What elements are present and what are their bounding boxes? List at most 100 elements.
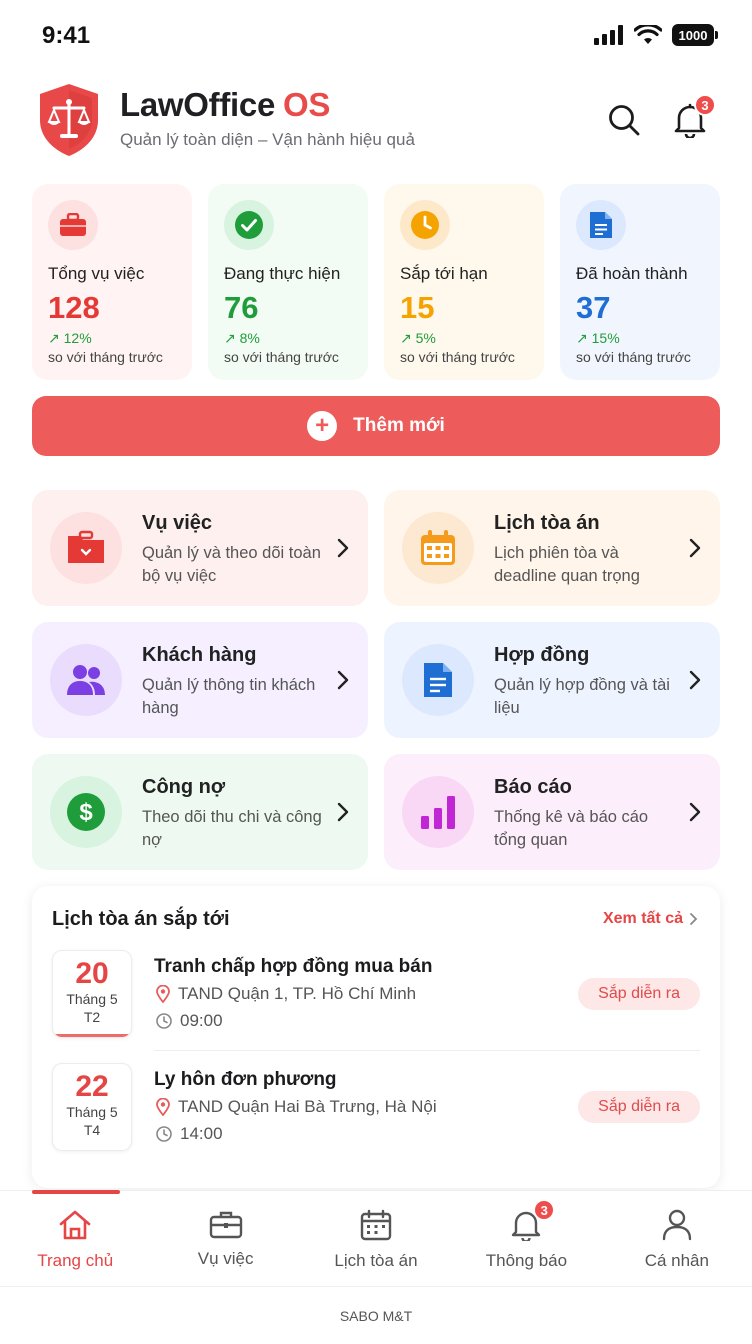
tab-court-calendar[interactable]: Lịch tòa án xyxy=(301,1191,451,1286)
active-tab-indicator xyxy=(32,1190,120,1194)
stat-card-completed[interactable]: Đã hoàn thành 37 ↗ 15% so với tháng trướ… xyxy=(560,184,720,380)
event-title: Tranh chấp hợp đồng mua bán xyxy=(154,956,433,977)
event-time: 09:00 xyxy=(180,1011,223,1030)
stat-subtext: so với tháng trước xyxy=(576,349,691,365)
status-bar: 9:41 1000 xyxy=(0,0,752,72)
module-debts[interactable]: $ Công nợ Theo dõi thu chi và công nợ xyxy=(32,754,368,870)
chevron-right-icon xyxy=(337,538,349,558)
upcoming-court-card: Lịch tòa án sắp tới Xem tất cả 20 Tháng … xyxy=(32,886,720,1188)
module-contracts[interactable]: Hợp đồng Quản lý hợp đồng và tài liệu xyxy=(384,622,720,738)
event-status-badge: Sắp diễn ra xyxy=(578,978,700,1010)
module-title: Báo cáo xyxy=(494,776,572,798)
module-description: Quản lý thông tin khách hàng xyxy=(142,676,316,717)
calendar-icon xyxy=(360,1209,392,1241)
home-icon xyxy=(59,1210,91,1240)
tab-notifications[interactable]: 3 Thông báo xyxy=(451,1191,601,1286)
event-location: TAND Quận Hai Bà Trưng, Hà Nội xyxy=(178,1097,437,1116)
court-event-item[interactable]: 20 Tháng 5 T2 Tranh chấp hợp đồng mua bá… xyxy=(52,950,700,1042)
tab-label: Lịch tòa án xyxy=(334,1251,418,1270)
notification-badge: 3 xyxy=(694,94,716,116)
stat-value: 76 xyxy=(224,290,259,325)
module-title: Hợp đồng xyxy=(494,644,590,666)
stat-card-in-progress[interactable]: Đang thực hiện 76 ↗ 8% so với tháng trướ… xyxy=(208,184,368,380)
scales-shield-logo-icon xyxy=(40,84,98,156)
status-time: 9:41 xyxy=(42,22,91,49)
event-day: 22 xyxy=(75,1070,109,1103)
chevron-right-icon xyxy=(337,670,349,690)
tab-cases[interactable]: Vụ việc xyxy=(150,1191,300,1286)
court-event-item[interactable]: 22 Tháng 5 T4 Ly hôn đơn phương TAND Quậ… xyxy=(52,1063,700,1155)
folder-icon xyxy=(50,512,122,584)
search-icon xyxy=(609,105,640,136)
app-brand: LawOffice OS xyxy=(120,86,330,124)
event-weekday: T4 xyxy=(83,1122,101,1138)
briefcase-icon xyxy=(48,200,98,250)
event-title: Ly hôn đơn phương xyxy=(154,1069,337,1090)
tab-home[interactable]: Trang chủ xyxy=(0,1190,150,1286)
stat-label: Đang thực hiện xyxy=(224,264,341,283)
app-tagline: Quản lý toàn diện – Vận hành hiệu quả xyxy=(120,130,415,149)
users-icon xyxy=(50,644,122,716)
battery-icon: 1000 xyxy=(672,24,718,46)
stat-subtext: so với tháng trước xyxy=(224,349,339,365)
module-description: Quản lý hợp đồng và tài liệu xyxy=(494,676,670,717)
clock-icon xyxy=(400,200,450,250)
add-new-button[interactable]: + Thêm mới xyxy=(32,396,720,456)
briefcase-icon xyxy=(209,1211,242,1239)
check-circle-icon xyxy=(224,200,274,250)
stat-subtext: so với tháng trước xyxy=(400,349,515,365)
stat-label: Tổng vụ việc xyxy=(48,264,145,283)
app-header: LawOffice OS Quản lý toàn diện – Vận hành… xyxy=(36,82,720,162)
module-description: Lịch phiên tòa và deadline quan trọng xyxy=(494,544,640,585)
event-day: 20 xyxy=(75,957,109,990)
brand-name: LawOffice xyxy=(120,86,276,123)
module-title: Công nợ xyxy=(142,776,226,798)
module-title: Vụ việc xyxy=(142,512,213,534)
stat-card-due-soon[interactable]: Sắp tới hạn 15 ↗ 5% so với tháng trước xyxy=(384,184,544,380)
event-time-row: 09:00 xyxy=(156,1011,223,1031)
stat-card-total-cases[interactable]: Tổng vụ việc 128 ↗ 12% so với tháng trướ… xyxy=(32,184,192,380)
chevron-right-icon xyxy=(689,670,701,690)
event-location: TAND Quận 1, TP. Hồ Chí Minh xyxy=(178,984,417,1003)
module-court-calendar[interactable]: Lịch tòa án Lịch phiên tòa và deadline q… xyxy=(384,490,720,606)
stat-value: 128 xyxy=(48,290,100,325)
module-description: Theo dõi thu chi và công nợ xyxy=(142,808,322,849)
stat-trend: ↗ 5% xyxy=(400,330,436,346)
tab-profile[interactable]: Cá nhân xyxy=(602,1191,752,1286)
stat-value: 15 xyxy=(400,290,435,325)
location-pin-icon xyxy=(156,985,170,1003)
dollar-icon: $ xyxy=(50,776,122,848)
wifi-icon xyxy=(634,25,662,44)
add-new-label: Thêm mới xyxy=(353,415,445,436)
tab-label: Thông báo xyxy=(485,1251,568,1270)
module-reports[interactable]: Báo cáo Thống kê và báo cáo tổng quan xyxy=(384,754,720,870)
module-description: Quản lý và theo dõi toàn bộ vụ việc xyxy=(142,544,321,585)
notifications-button[interactable]: 3 xyxy=(670,94,716,140)
chevron-right-icon xyxy=(337,802,349,822)
clock-icon xyxy=(156,1013,172,1029)
chevron-right-icon xyxy=(690,913,698,925)
module-cases[interactable]: Vụ việc Quản lý và theo dõi toàn bộ vụ v… xyxy=(32,490,368,606)
stat-trend: ↗ 15% xyxy=(576,330,620,346)
module-grid: Vụ việc Quản lý và theo dõi toàn bộ vụ v… xyxy=(32,490,720,870)
see-all-link[interactable]: Xem tất cả xyxy=(603,910,698,928)
plus-icon: + xyxy=(307,411,338,441)
module-title: Lịch tòa án xyxy=(494,512,600,534)
tab-label: Trang chủ xyxy=(37,1251,114,1270)
footer-credit: SABO M&T xyxy=(0,1286,752,1344)
brand-suffix: OS xyxy=(283,86,331,123)
clock-icon xyxy=(156,1126,172,1142)
location-pin-icon xyxy=(156,1098,170,1116)
see-all-label: Xem tất cả xyxy=(602,910,683,927)
module-title: Khách hàng xyxy=(142,644,257,666)
event-month: Tháng 5 xyxy=(66,1104,118,1120)
stat-subtext: so với tháng trước xyxy=(48,349,163,365)
notification-badge: 3 xyxy=(533,1199,556,1221)
tab-label: Vụ việc xyxy=(197,1249,254,1268)
search-button[interactable] xyxy=(604,100,644,140)
status-icons: 1000 xyxy=(594,24,718,46)
stat-label: Đã hoàn thành xyxy=(576,264,688,283)
stats-row: Tổng vụ việc 128 ↗ 12% so với tháng trướ… xyxy=(32,184,720,380)
module-clients[interactable]: Khách hàng Quản lý thông tin khách hàng xyxy=(32,622,368,738)
bottom-tab-bar: Trang chủ Vụ việc Lịch tòa án 3 Thông bá… xyxy=(0,1190,752,1286)
